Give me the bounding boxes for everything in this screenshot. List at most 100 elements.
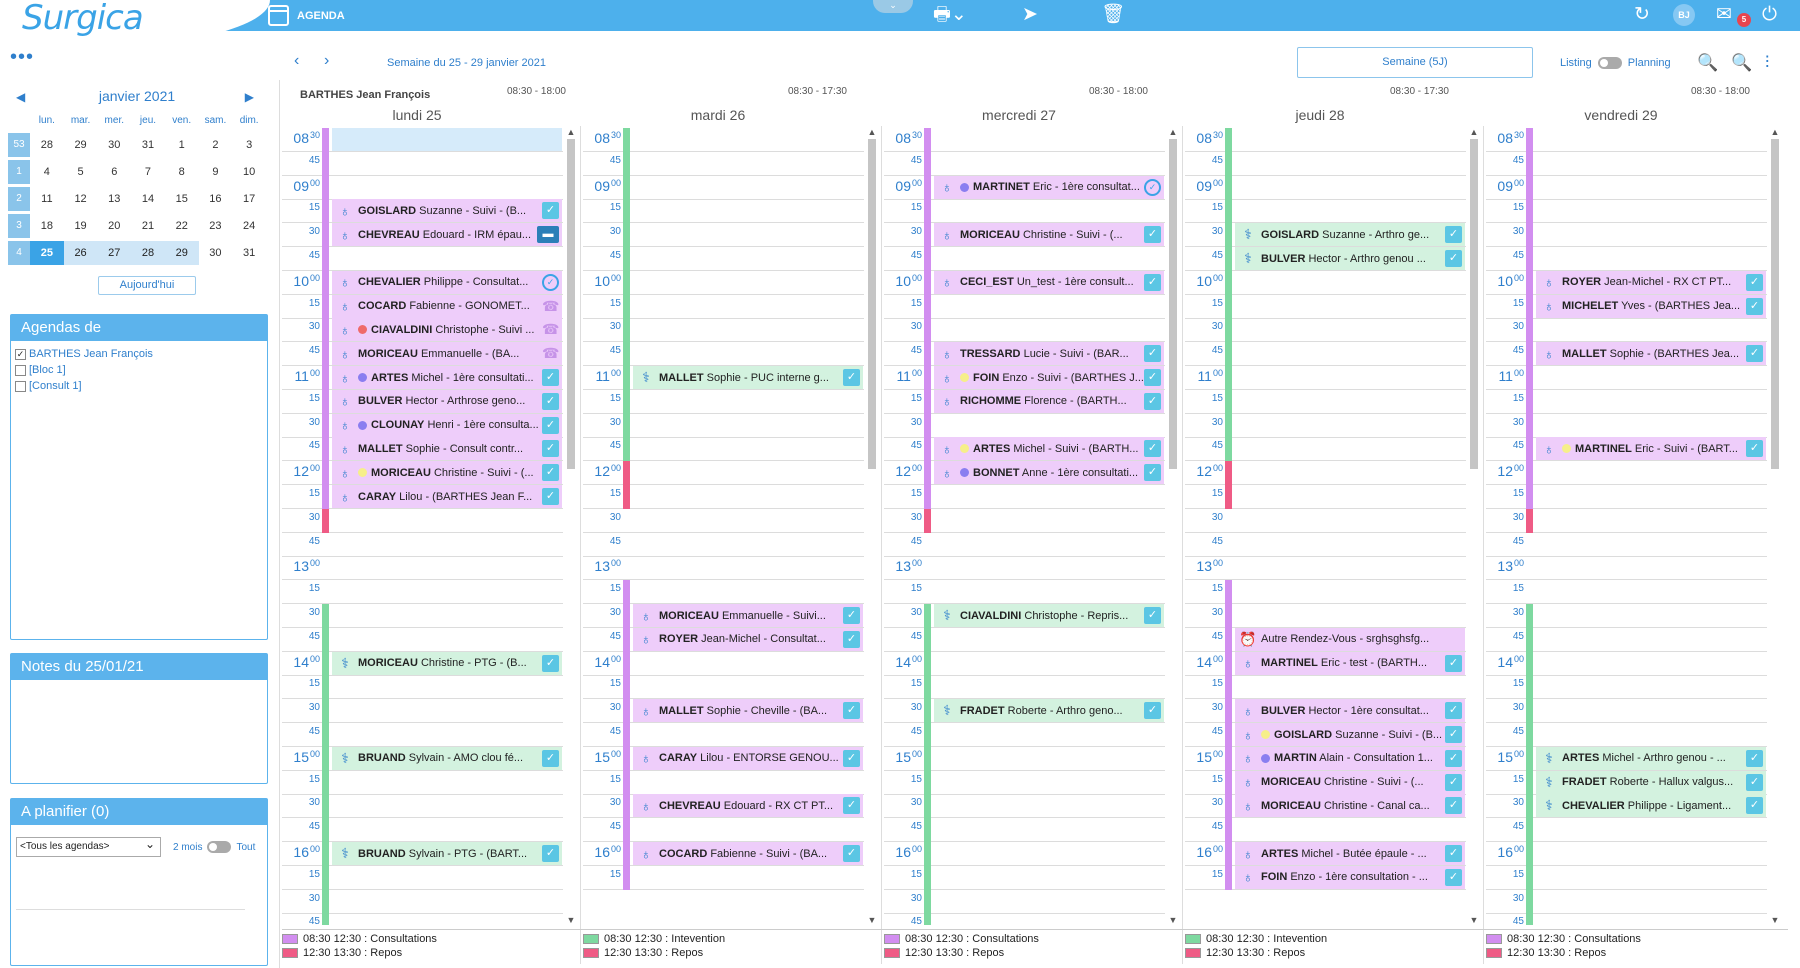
mini-cal-day[interactable]: 29 [164, 241, 199, 265]
confirmed-check-icon[interactable]: ✓ [1144, 345, 1161, 363]
confirmed-check-icon[interactable]: ✓ [843, 369, 860, 386]
zoom-out-icon[interactable]: 🔍 [1697, 53, 1718, 73]
confirmed-check-icon[interactable]: ✓ [542, 464, 559, 482]
confirmed-check-icon[interactable]: ✓ [1144, 440, 1161, 458]
confirmed-check-icon[interactable]: ✓ [1746, 440, 1763, 458]
appointment[interactable]: ♁ MORICEAU Christine - Suivi - (... ✓ [934, 223, 1164, 247]
appointment[interactable]: ♁ ARTES Michel - 1ère consultati... ✓ [332, 366, 562, 389]
period-toggle[interactable] [207, 841, 232, 853]
time-slot[interactable]: 15 [884, 580, 1165, 605]
appointment[interactable]: ♁ MICHELET Yves - (BARTHES Jea... ✓ [1536, 294, 1766, 318]
agenda-checkbox[interactable] [15, 364, 26, 376]
refresh-icon[interactable]: ↻ [1634, 3, 1650, 27]
mini-cal-day[interactable]: 10 [232, 160, 266, 184]
mini-cal-day[interactable]: 17 [232, 187, 266, 211]
day-scrollbar[interactable]: ▲ ▼ [565, 127, 577, 927]
appointment[interactable]: ♁ MALLET Sophie - Cheville - (BA... ✓ [633, 699, 863, 723]
appointment[interactable]: ⚕ BRUAND Sylvain - PTG - (BART... ✓ [332, 842, 562, 865]
mini-cal-day[interactable]: 1 [165, 133, 199, 157]
mini-cal-day[interactable]: 11 [30, 187, 64, 211]
mini-cal-day[interactable]: 25 [30, 241, 64, 265]
week-view-button[interactable]: Semaine (5J) [1297, 47, 1533, 78]
mini-cal-day[interactable]: 19 [64, 214, 98, 238]
mini-cal-day[interactable]: 15 [165, 187, 199, 211]
avatar[interactable]: BJ [1673, 4, 1695, 26]
week-number[interactable]: 2 [8, 187, 30, 211]
print-icon[interactable]: 🖶⌄ [933, 3, 967, 27]
appointment[interactable]: ♁ COCARD Fabienne - Suivi - (BA... ✓ [633, 842, 863, 865]
mini-cal-day[interactable]: 26 [63, 241, 98, 265]
mini-cal-day[interactable]: 28 [30, 133, 64, 157]
appointment[interactable]: ⚕ ARTES Michel - Arthro genou - ... ✓ [1536, 746, 1766, 770]
appointment[interactable]: ⚕ BULVER Hector - Arthro genou ... ✓ [1235, 247, 1465, 270]
scroll-thumb[interactable] [1771, 139, 1779, 469]
appointment[interactable]: ♁ MORICEAU Christine - Canal ca... ✓ [1235, 794, 1465, 818]
appointment[interactable]: ♁ ROYER Jean-Michel - Consultat... ✓ [633, 627, 863, 651]
mini-cal-day[interactable]: 2 [199, 133, 233, 157]
appointment[interactable]: ♁ ARTES Michel - Butée épaule - ... ✓ [1235, 842, 1465, 865]
mini-cal-day[interactable]: 30 [199, 241, 233, 265]
send-icon[interactable]: ➤ [1022, 3, 1038, 27]
agenda-list-item[interactable]: [Consult 1] [11, 378, 267, 394]
confirmed-check-icon[interactable]: ✓ [1746, 773, 1763, 791]
agenda-list-item[interactable]: ✓ BARTHES Jean François [11, 346, 267, 362]
appointment[interactable]: ♁ CIAVALDINI Christophe - Suivi ... ☎ [332, 318, 562, 342]
appointment[interactable]: ♁ CARAY Lilou - ENTORSE GENOU... ✓ [633, 746, 863, 770]
appointment[interactable]: ⚕ CHEVALIER Philippe - Ligament... ✓ [1536, 794, 1766, 818]
week-number[interactable]: 3 [8, 214, 30, 238]
agenda-menu-button[interactable]: AGENDA [268, 5, 345, 26]
appointment[interactable]: ♁ BONNET Anne - 1ère consultati... ✓ [934, 461, 1164, 485]
confirmed-check-icon[interactable]: ✓ [1144, 273, 1161, 291]
confirmed-check-icon[interactable]: ✓ [542, 392, 559, 410]
scroll-thumb[interactable] [868, 139, 876, 469]
mini-cal-day[interactable]: 12 [64, 187, 98, 211]
confirmed-check-icon[interactable]: ✓ [1445, 845, 1462, 862]
confirmed-check-icon[interactable]: ✓ [542, 202, 559, 220]
day-title[interactable]: vendredi 29 [1486, 107, 1756, 123]
phone-icon[interactable]: ☎ [542, 298, 559, 315]
appointment[interactable]: ♁ MARTINEL Eric - Suivi - (BART... ✓ [1536, 437, 1766, 461]
confirmed-check-icon[interactable]: ✓ [1144, 464, 1161, 482]
appointment[interactable]: ♁ MALLET Sophie - Consult contr... ✓ [332, 437, 562, 461]
appointment[interactable]: ♁ GOISLARD Suzanne - Suivi - (B... ✓ [332, 199, 562, 223]
day-title[interactable]: lundi 25 [282, 107, 552, 123]
week-number[interactable]: 53 [8, 133, 30, 157]
app-logo[interactable]: Surgica [22, 0, 144, 38]
arrival-status-icon[interactable]: ✓ [1144, 178, 1161, 196]
day-title[interactable]: mardi 26 [583, 107, 853, 123]
confirmed-check-icon[interactable]: ✓ [843, 797, 860, 815]
time-slot[interactable]: 15 [282, 580, 563, 605]
collapse-toggle[interactable]: ⌄ [873, 0, 913, 13]
settings-sliders-icon[interactable]: ⫶ [1765, 53, 1769, 73]
day-scrollbar[interactable]: ▲ ▼ [1167, 127, 1179, 927]
scroll-thumb[interactable] [1470, 139, 1478, 469]
mini-cal-day[interactable]: 29 [64, 133, 98, 157]
confirmed-check-icon[interactable]: ✓ [1445, 749, 1462, 767]
confirmed-check-icon[interactable]: ✓ [1445, 868, 1462, 886]
mini-cal-day[interactable]: 13 [97, 187, 131, 211]
appointment[interactable]: ♁ CLOUNAY Henri - 1ère consulta... ✓ [332, 413, 562, 437]
arrival-status-icon[interactable]: ✓ [542, 273, 559, 291]
today-button[interactable]: Aujourd'hui [98, 276, 196, 295]
mini-cal-day[interactable]: 31 [232, 241, 266, 265]
view-toggle[interactable] [1597, 57, 1622, 69]
confirmed-check-icon[interactable]: ✓ [843, 749, 860, 767]
mini-cal-day[interactable]: 4 [30, 160, 64, 184]
agenda-filter-select[interactable]: <Tous les agendas> [16, 835, 161, 857]
time-slot[interactable]: 45 [884, 533, 1165, 557]
confirmed-check-icon[interactable]: ✓ [1144, 702, 1161, 720]
confirmed-check-icon[interactable]: ✓ [843, 607, 860, 624]
confirmed-check-icon[interactable]: ✓ [1144, 607, 1161, 624]
day-scrollbar[interactable]: ▲ ▼ [1468, 127, 1480, 927]
day-title[interactable]: mercredi 27 [884, 107, 1154, 123]
confirmed-check-icon[interactable]: ✓ [542, 488, 559, 505]
appointment[interactable]: ♁ MARTINET Eric - 1ère consultat... ✓ [934, 175, 1164, 199]
appointment[interactable]: ♁ MORICEAU Christine - Suivi - (... ✓ [1235, 770, 1465, 794]
appointment[interactable]: ♁ CECI_EST Un_test - 1ère consult... ✓ [934, 270, 1164, 294]
appointment[interactable]: ♁ CHEVREAU Edouard - RX CT PT... ✓ [633, 794, 863, 818]
confirmed-check-icon[interactable]: ✓ [1144, 226, 1161, 244]
confirmed-check-icon[interactable]: ✓ [1445, 797, 1462, 815]
agenda-checkbox[interactable]: ✓ [15, 348, 26, 360]
trash-icon[interactable]: 🗑 [1101, 3, 1125, 27]
mail-icon[interactable]: ✉ [1716, 3, 1732, 27]
